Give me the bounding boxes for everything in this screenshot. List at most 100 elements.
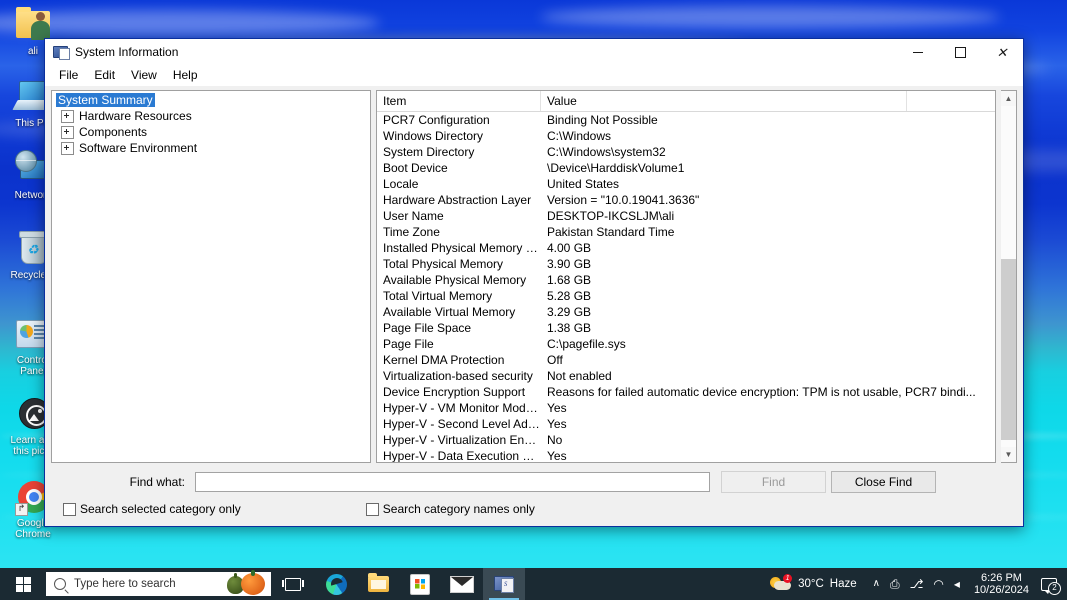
table-row[interactable]: PCR7 Configuration Binding Not Possible	[377, 112, 995, 128]
tree-item-system-summary[interactable]: System Summary	[52, 92, 370, 108]
search-selected-category-checkbox[interactable]: Search selected category only	[63, 502, 241, 516]
notification-center-button[interactable]: 2	[1035, 568, 1063, 600]
table-row[interactable]: Available Virtual Memory 3.29 GB	[377, 304, 995, 320]
cell-item: Locale	[383, 177, 419, 191]
scrollbar-thumb[interactable]	[1001, 259, 1016, 441]
find-options-row: Search selected category only Search cat…	[55, 502, 1013, 516]
tree-item-label: System Summary	[56, 93, 155, 107]
table-row[interactable]: Page File C:\pagefile.sys	[377, 336, 995, 352]
cell-value: 1.68 GB	[547, 273, 592, 287]
table-row[interactable]: Windows Directory C:\Windows	[377, 128, 995, 144]
cell-item: Page File	[383, 337, 434, 351]
checkbox-icon[interactable]	[63, 502, 76, 516]
checkbox-icon[interactable]	[365, 502, 379, 516]
search-category-names-checkbox[interactable]: Search category names only	[365, 502, 535, 516]
tree-item-label: Software Environment	[79, 141, 198, 155]
notification-count: 2	[1048, 582, 1061, 595]
weather-widget[interactable]: 1 30°C Haze	[766, 574, 865, 592]
usb-eject-icon[interactable]: ⎇	[910, 578, 924, 590]
start-button[interactable]	[0, 568, 46, 600]
table-row[interactable]: Total Physical Memory 3.90 GB	[377, 256, 995, 272]
cell-item: Available Physical Memory	[383, 273, 527, 287]
table-row[interactable]: Boot Device \Device\HarddiskVolume1	[377, 160, 995, 176]
window-body: System Summary Hardware Resources Compon…	[45, 86, 1023, 463]
onedrive-icon[interactable]: ⎙	[890, 578, 900, 590]
table-row[interactable]: System Directory C:\Windows\system32	[377, 144, 995, 160]
table-row[interactable]: User Name DESKTOP-IKCSLJM\ali	[377, 208, 995, 224]
tray-icons: ∧ ⎙ ⎇ ◠ ◂	[865, 578, 968, 590]
search-placeholder: Type here to search	[74, 578, 176, 590]
close-button[interactable]: ✕	[981, 39, 1023, 65]
table-row[interactable]: Hyper-V - Second Level Addres... Yes	[377, 416, 995, 432]
system-tray-area: 1 30°C Haze ∧ ⎙ ⎇ ◠ ◂ 6:26 PM 10/26/2024…	[766, 568, 1067, 600]
cell-item: Page File Space	[383, 321, 472, 335]
maximize-button[interactable]	[939, 39, 981, 65]
find-input[interactable]	[195, 472, 710, 492]
tree-item-label: Hardware Resources	[79, 109, 192, 123]
table-row[interactable]: Locale United States	[377, 176, 995, 192]
cell-item: Boot Device	[383, 161, 448, 175]
menu-view[interactable]: View	[123, 67, 165, 83]
table-row[interactable]: Time Zone Pakistan Standard Time	[377, 224, 995, 240]
cell-item: Time Zone	[383, 225, 440, 239]
close-find-button[interactable]: Close Find	[831, 471, 936, 493]
weather-temperature: 30°C	[798, 578, 824, 590]
table-row[interactable]: Total Virtual Memory 5.28 GB	[377, 288, 995, 304]
table-row[interactable]: Kernel DMA Protection Off	[377, 352, 995, 368]
table-row[interactable]: Installed Physical Memory (RAM) 4.00 GB	[377, 240, 995, 256]
window-controls: ✕	[897, 39, 1023, 65]
table-row[interactable]: Hyper-V - Virtualization Enable... No	[377, 432, 995, 448]
scroll-down-button[interactable]: ▼	[1001, 447, 1016, 462]
cell-item: Installed Physical Memory (RAM)	[383, 241, 541, 255]
cell-item: PCR7 Configuration	[383, 113, 490, 127]
taskbar-app-mail[interactable]	[441, 568, 483, 600]
tree-item-hardware-resources[interactable]: Hardware Resources	[52, 108, 370, 124]
category-tree[interactable]: System Summary Hardware Resources Compon…	[51, 90, 371, 463]
table-row[interactable]: Hyper-V - Data Execution Prote... Yes	[377, 448, 995, 462]
taskbar-app-microsoft-store[interactable]	[399, 568, 441, 600]
menu-help[interactable]: Help	[165, 67, 206, 83]
tree-item-label: Components	[79, 125, 148, 139]
taskbar-app-system-information[interactable]	[483, 568, 525, 600]
column-header-item[interactable]: Item	[377, 91, 541, 111]
table-row[interactable]: Available Physical Memory 1.68 GB	[377, 272, 995, 288]
cell-value: Yes	[547, 401, 567, 415]
title-bar[interactable]: System Information ✕	[45, 39, 1023, 65]
file-explorer-icon	[367, 573, 389, 592]
cell-item: System Directory	[383, 145, 475, 159]
table-row[interactable]: Hardware Abstraction Layer Version = "10.…	[377, 192, 995, 208]
expand-icon[interactable]	[61, 141, 74, 155]
table-row[interactable]: Hyper-V - VM Monitor Mode E... Yes	[377, 400, 995, 416]
vertical-scrollbar[interactable]: ▲ ▼	[1001, 90, 1017, 463]
wifi-icon[interactable]: ◠	[933, 578, 943, 590]
scroll-up-button[interactable]: ▲	[1001, 91, 1016, 106]
expand-icon[interactable]	[61, 109, 74, 123]
desktop: ali This PC Network ♻ Recycle B Control …	[0, 0, 1067, 600]
search-box[interactable]: Type here to search	[46, 570, 271, 596]
find-input-row: Find what: Find Close Find	[55, 471, 1013, 493]
taskbar-app-file-explorer[interactable]	[357, 568, 399, 600]
table-row[interactable]: Page File Space 1.38 GB	[377, 320, 995, 336]
cell-item: User Name	[383, 209, 444, 223]
menu-file[interactable]: File	[51, 67, 86, 83]
menu-edit[interactable]: Edit	[86, 67, 123, 83]
clock[interactable]: 6:26 PM 10/26/2024	[968, 572, 1035, 596]
cell-value: 1.38 GB	[547, 321, 592, 335]
tree-item-software-environment[interactable]: Software Environment	[52, 140, 370, 156]
column-header-value[interactable]: Value	[541, 91, 907, 111]
tree-item-components[interactable]: Components	[52, 124, 370, 140]
weather-badge: 1	[783, 574, 793, 583]
minimize-button[interactable]	[897, 39, 939, 65]
cloud-streak	[540, 6, 1000, 28]
task-view-button[interactable]	[271, 568, 315, 600]
expand-icon[interactable]	[61, 125, 74, 139]
find-button[interactable]: Find	[721, 471, 826, 493]
volume-icon[interactable]: ◂	[954, 578, 960, 590]
checkbox-label: Search selected category only	[80, 502, 241, 516]
taskbar-app-microsoft-edge[interactable]	[315, 568, 357, 600]
table-row[interactable]: Virtualization-based security Not enabled	[377, 368, 995, 384]
show-hidden-icons-chevron-icon[interactable]: ∧	[873, 578, 880, 590]
cell-value: \Device\HarddiskVolume1	[547, 161, 685, 175]
scrollbar-track[interactable]	[1001, 106, 1016, 447]
table-row[interactable]: Device Encryption Support Reasons for fai…	[377, 384, 995, 400]
